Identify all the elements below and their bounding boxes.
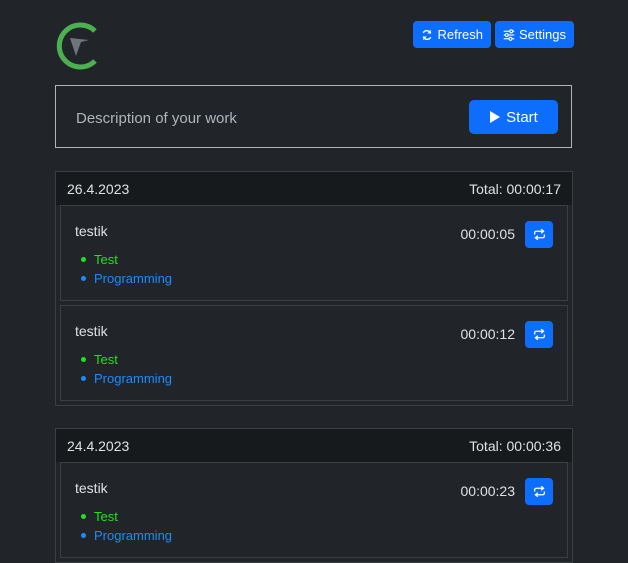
entry-duration: 00:00:23 [460, 483, 516, 499]
restart-entry-button[interactable] [525, 478, 553, 505]
time-entry: testik Test Programming 00:00:23 [60, 462, 568, 558]
tag-test: Test [75, 350, 172, 369]
time-entry: testik Test Programming 00:00:05 [60, 205, 568, 301]
day-date: 24.4.2023 [67, 437, 130, 454]
day-total: Total: 00:00:36 [469, 437, 561, 454]
repeat-icon [533, 328, 545, 341]
day-date: 26.4.2023 [67, 180, 130, 197]
app-logo-icon [56, 22, 97, 70]
settings-label: Settings [519, 27, 566, 42]
restart-entry-button[interactable] [525, 321, 553, 348]
new-entry-panel: Start [55, 85, 572, 148]
repeat-icon [533, 228, 545, 241]
refresh-icon [423, 29, 432, 40]
settings-button[interactable]: Settings [495, 21, 574, 48]
start-label: Start [506, 108, 538, 126]
entry-tags: Test Programming [75, 250, 172, 288]
play-icon [490, 111, 501, 123]
entry-tags: Test Programming [75, 507, 172, 545]
day-card: 26.4.2023 Total: 00:00:17 testik Test Pr… [55, 171, 573, 406]
toolbar: Refresh Settings [413, 21, 574, 48]
entry-tags: Test Programming [75, 350, 172, 388]
refresh-label: Refresh [437, 27, 484, 42]
refresh-button[interactable]: Refresh [413, 21, 492, 48]
entry-title: testik [75, 223, 108, 239]
entry-title: testik [75, 480, 108, 496]
day-total: Total: 00:00:17 [469, 180, 561, 197]
description-input[interactable] [76, 106, 436, 130]
tag-test: Test [75, 507, 172, 526]
tag-test: Test [75, 250, 172, 269]
repeat-icon [533, 485, 545, 498]
start-button[interactable]: Start [469, 100, 558, 134]
entry-duration: 00:00:12 [460, 326, 516, 342]
entry-title: testik [75, 323, 108, 339]
time-entry: testik Test Programming 00:00:12 [60, 305, 568, 401]
day-header: 24.4.2023 Total: 00:00:36 [56, 429, 572, 462]
day-card: 24.4.2023 Total: 00:00:36 testik Test Pr… [55, 428, 573, 563]
restart-entry-button[interactable] [525, 221, 553, 248]
entry-duration: 00:00:05 [460, 226, 516, 242]
tag-programming: Programming [75, 369, 172, 388]
day-header: 26.4.2023 Total: 00:00:17 [56, 172, 572, 205]
tag-programming: Programming [75, 269, 172, 288]
sliders-icon [503, 28, 515, 41]
